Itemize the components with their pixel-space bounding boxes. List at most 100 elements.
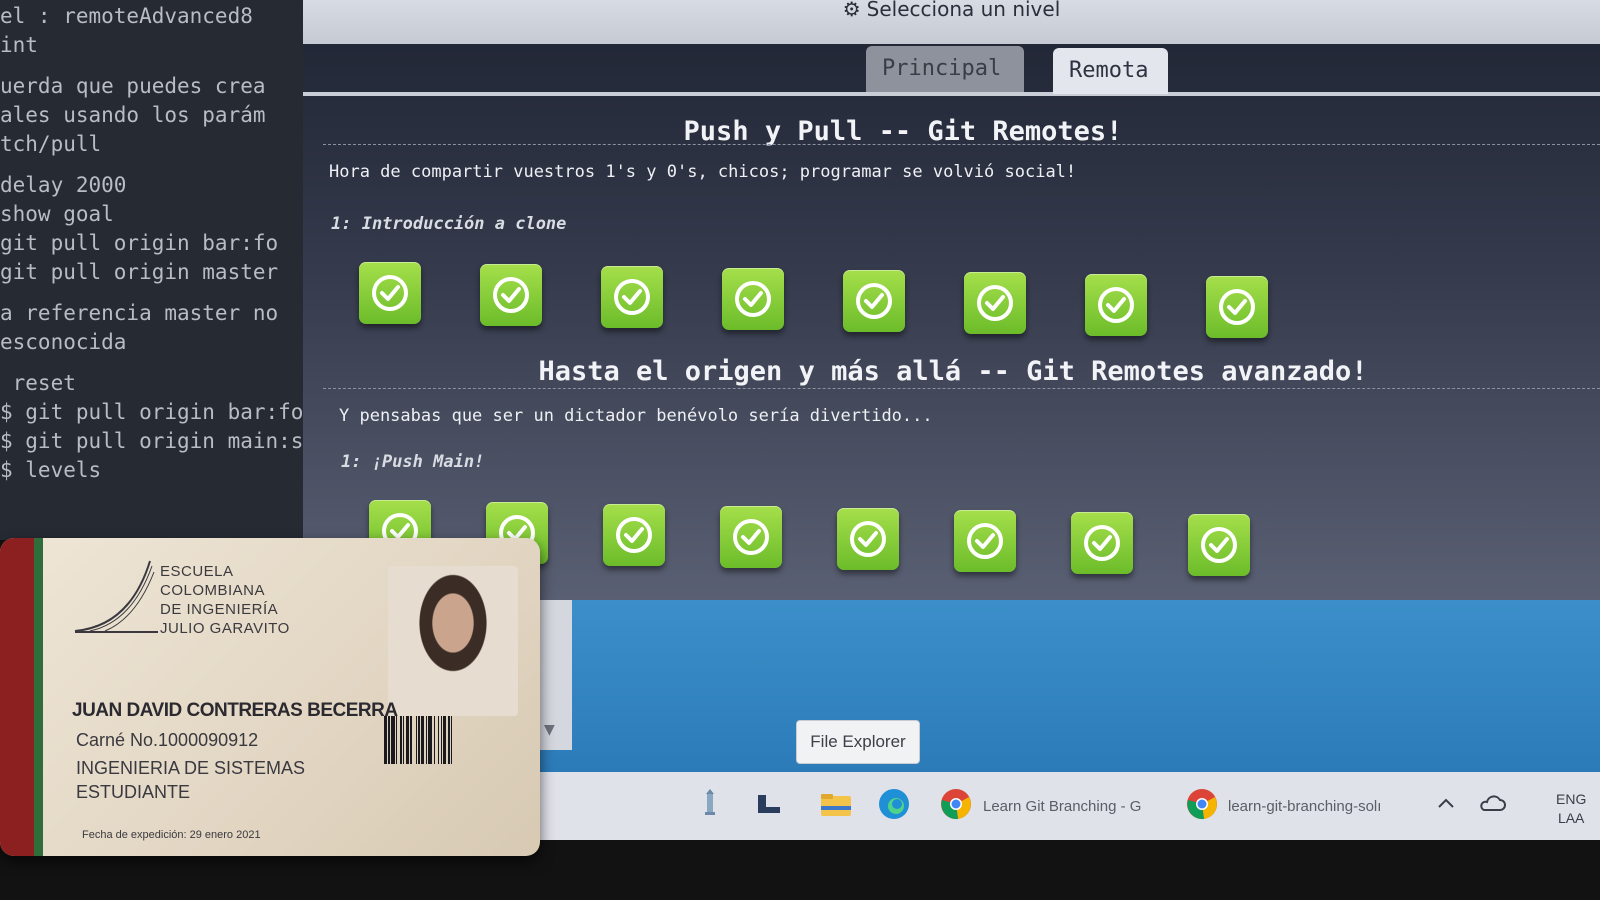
cloud-icon[interactable] [1478, 792, 1514, 828]
check-circle-icon [735, 281, 771, 317]
terminal-line: a referencia master no [0, 301, 279, 325]
terminal-line: uerda que puedes crea [0, 74, 266, 98]
edge-browser-icon[interactable] [876, 786, 912, 822]
barcode-bar [391, 716, 395, 764]
terminal-line: tch/pull [0, 132, 102, 156]
student-name: JUAN DAVID CONTRERAS BECERRA [72, 700, 398, 721]
terminal-line: $ levels [0, 458, 102, 482]
tab-bar: Principal Remota [303, 44, 1600, 96]
tab-principal[interactable]: Principal [866, 46, 1024, 92]
school-name-line: de Ingeniería [160, 601, 279, 618]
school-name-line: Julio Garavito [160, 620, 290, 637]
card-stripe-red [0, 538, 34, 856]
level-button[interactable] [964, 272, 1026, 334]
barcode-bar [396, 716, 397, 764]
level-button[interactable] [843, 270, 905, 332]
check-circle-icon [1098, 287, 1134, 323]
section-subtitle-remotes-advanced: 1: ¡Push Main! [341, 452, 485, 472]
issue-date: Fecha de expedición: 29 enero 2021 [82, 829, 261, 841]
taskbar-chrome-tab-2[interactable]: learn-git-branching-solı [1228, 798, 1381, 815]
terminal-line: show goal [0, 202, 114, 226]
check-circle-icon [616, 517, 652, 553]
check-circle-icon [967, 523, 1003, 559]
school-name-line: Escuela [160, 563, 234, 580]
file-explorer-icon[interactable] [818, 786, 854, 822]
barcode-bar [426, 716, 427, 764]
student-photo [388, 566, 518, 716]
terminal-line: ales usando los parám [0, 103, 266, 127]
level-button[interactable] [1085, 274, 1147, 336]
terminal-line: $ git pull origin bar:fo [0, 400, 304, 424]
student-id-card: Escuela Colombiana de Ingeniería Julio G… [0, 538, 540, 856]
level-button[interactable] [1188, 514, 1250, 576]
keyboard-layout: LAA [1557, 810, 1585, 826]
student-program: INGENIERIA DE SISTEMAS [76, 758, 306, 778]
school-logo-icon [74, 560, 158, 633]
section-description-remotes: Hora de compartir vuestros 1's y 0's, ch… [329, 162, 1077, 182]
barcode [384, 716, 452, 764]
level-button[interactable] [603, 504, 665, 566]
school-name-line: Colombiana [160, 582, 266, 599]
barcode-bar [400, 716, 402, 764]
level-button[interactable] [954, 510, 1016, 572]
section-title-remotes-advanced: Hasta el origen y más allá -- Git Remote… [538, 356, 1368, 387]
taskbar-chrome-tab-1[interactable]: Learn Git Branching - G [983, 798, 1141, 815]
level-button[interactable] [359, 262, 421, 324]
barcode-bar [448, 716, 450, 764]
task-view-icon[interactable] [752, 786, 788, 822]
terminal-line: el : remoteAdvanced8 [0, 4, 253, 28]
window-title-bar: ⚙ Selecciona un nivel [303, 0, 1600, 44]
chevron-up-icon[interactable] [1434, 792, 1470, 828]
level-row-remotes [359, 262, 1289, 338]
terminal-line: reset [0, 371, 76, 395]
section-description-remotes-advanced: Y pensabas que ser un dictador benévolo … [339, 406, 933, 426]
level-button[interactable] [720, 506, 782, 568]
check-circle-icon [856, 283, 892, 319]
check-circle-icon [614, 279, 650, 315]
barcode-bar [416, 716, 417, 764]
barcode-bar [434, 716, 435, 764]
scroll-down-arrow-icon[interactable]: ▼ [544, 722, 555, 738]
check-circle-icon [977, 285, 1013, 321]
file-explorer-tooltip: File Explorer [796, 720, 920, 764]
barcode-bar [428, 716, 432, 764]
check-circle-icon [850, 521, 886, 557]
level-button[interactable] [1071, 512, 1133, 574]
terminal-line: esconocida [0, 330, 127, 354]
barcode-bar [418, 716, 420, 764]
window-title: Selecciona un nivel [866, 0, 1061, 21]
level-button[interactable] [601, 266, 663, 328]
section-divider [323, 144, 1600, 145]
level-button[interactable] [837, 508, 899, 570]
check-circle-icon [372, 275, 408, 311]
terminal-line: git pull origin master [0, 260, 279, 284]
terminal-line: int [0, 33, 38, 57]
check-circle-icon [1201, 527, 1237, 563]
barcode-bar [403, 716, 404, 764]
barcode-bar [384, 716, 387, 764]
section-title-remotes: Push y Pull -- Git Remotes! [683, 116, 1123, 147]
chrome-icon[interactable] [938, 786, 974, 822]
barcode-bar [441, 716, 442, 764]
barcode-bar [388, 716, 390, 764]
language-indicator[interactable]: ENG LAA [1556, 790, 1586, 828]
terminal-line: git pull origin bar:fo [0, 231, 279, 255]
level-button[interactable] [722, 268, 784, 330]
tab-remota[interactable]: Remota [1053, 48, 1168, 94]
terminal-panel: el : remoteAdvanced8 int uerda que puedes … [0, 0, 325, 540]
card-stripe-green [34, 538, 43, 856]
level-button[interactable] [480, 264, 542, 326]
chrome-icon[interactable] [1184, 786, 1220, 822]
barcode-bar [451, 716, 452, 764]
gear-icon: ⚙ [842, 0, 861, 21]
section-subtitle-remotes: 1: Introducción a clone [331, 214, 567, 234]
student-id-number: Carné No.1000090912 [76, 730, 259, 750]
lighthouse-app-icon[interactable] [692, 786, 728, 822]
barcode-bar [406, 716, 409, 764]
language-code: ENG [1556, 791, 1587, 807]
level-button[interactable] [1206, 276, 1268, 338]
check-circle-icon [1219, 289, 1255, 325]
